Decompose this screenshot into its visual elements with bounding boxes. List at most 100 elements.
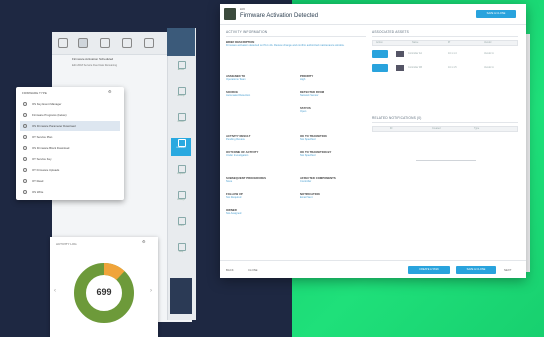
gear-icon[interactable] [78,38,88,48]
asset-vendor: Vendor A [484,66,494,69]
nav-item-label: Help [178,251,184,253]
field-value[interactable]: Under Investigation [226,154,248,158]
radio-icon [23,113,27,117]
bell-icon [178,113,186,121]
nav-item-events[interactable]: Events [171,112,191,130]
popup-item-label: OT Read [32,179,44,183]
chevron-left-icon[interactable]: ‹ [54,288,56,294]
field-value[interactable]: Email Sent [300,196,313,200]
nav-item-assets[interactable]: Assets [171,60,191,78]
related-col-header[interactable]: ID [390,127,392,131]
asset-action-button[interactable] [372,64,388,72]
list-icon[interactable] [122,38,132,48]
field-value[interactable]: None [226,180,232,184]
radio-icon [23,190,27,194]
asset-row[interactable]: Controller 4A 10.1.1.4 Vendor A [372,48,518,60]
field-value[interactable]: Pending Review [226,138,245,142]
nav-item-firmware[interactable]: Firmware [171,138,191,156]
popup-list-item[interactable]: OT Service Plan [20,132,120,142]
field-value[interactable]: Open [300,110,306,114]
close-link[interactable]: CLOSE [248,268,257,272]
field-value[interactable]: High [300,78,305,82]
nav-item-label: Firmware [176,147,186,149]
chevron-right-icon[interactable]: › [150,288,152,294]
create-task-button[interactable]: CREATE A TASK [408,266,450,274]
nav-item-users[interactable]: Users [171,216,191,234]
nav-item-settings[interactable]: Settings [171,190,191,208]
asset-row[interactable]: Controller 4B 10.1.1.5 Vendor A [372,62,518,74]
radio-icon [23,179,27,183]
popup-list-item[interactable]: OS Write [20,187,120,197]
nav-item-label: Users [178,225,184,227]
field-value[interactable]: Not Specified [300,154,315,158]
back-link[interactable]: BACK [226,268,234,272]
assets-col-header[interactable]: IP [448,41,450,45]
related-table-header [372,126,518,132]
back-list-sub: Edit 2018 Service Due Date Remaining [72,64,118,67]
dialog-title: Firmware Activation Detected [240,13,319,19]
asset-name: Controller 4A [408,52,422,55]
footer-save-button[interactable]: SAVE & CLOSE [456,266,496,274]
popup-list-item[interactable]: OT Service Key [20,154,120,164]
empty-state-line [416,160,476,161]
radio-icon [23,168,27,172]
nav-logo[interactable] [167,28,195,56]
dialog-header: ERR Firmware Activation Detected SAVE & … [220,4,526,25]
close-icon[interactable]: ⚙ [108,90,112,94]
related-col-header[interactable]: Type [474,127,479,131]
nav-item-help[interactable]: Help [171,242,191,260]
chip-icon [178,139,186,147]
assets-col-header[interactable]: Action [376,41,383,45]
field-value[interactable]: Controller [300,180,311,184]
popup-list-item[interactable]: OT Firmware Uploads [20,165,120,175]
activity-dialog: ERR Firmware Activation Detected SAVE & … [220,4,526,278]
popup-item-label: OS Firmware Block Download [32,146,70,150]
grid-icon[interactable] [100,38,110,48]
nav-item-reports[interactable]: Reports [171,164,191,182]
gear-icon[interactable]: ⚙ [142,240,146,244]
popup-item-label: OT Service Plan [32,135,53,139]
radio-icon [23,135,27,139]
field-value[interactable]: Automated Detection [226,94,250,98]
nav-item-activity[interactable]: Activity [171,86,191,104]
assets-col-header[interactable]: Vendor [484,41,492,45]
related-col-header[interactable]: Created [432,127,441,131]
back-list-header: Firmware Activation Scheduled [72,57,114,61]
assets-col-header[interactable]: Name [412,41,418,45]
popup-list-item[interactable]: OT Read [20,176,120,186]
popup-item-label: OS Key Event Manager [32,102,62,106]
user-icon [178,217,186,225]
donut-value: 699 [96,287,112,297]
back-toolbar [52,32,168,55]
popup-list-item[interactable]: OS Firmware Parameter Download [20,121,120,131]
help-icon [178,243,186,251]
asset-action-button[interactable] [372,50,388,58]
nav-item-label: Events [177,121,185,123]
field-value[interactable]: Not Specified [300,138,315,142]
gear-icon [178,191,186,199]
field-value[interactable]: Operations Team [226,78,246,82]
header-save-button[interactable]: SAVE & CLOSE [476,10,516,18]
cube-icon[interactable] [58,38,68,48]
related-notifications-title: RELATED NOTIFICATIONS (0) [372,116,422,120]
nav-item-label: Activity [177,95,185,97]
device-icon [396,65,404,71]
field-value[interactable]: Not Required [226,196,241,200]
nav-item-label: Settings [177,199,185,201]
activity-info-title: ACTIVITY INFORMATION [226,30,268,34]
field-value: Firmware activation detected on PLC-4A. … [226,44,345,47]
radio-icon [23,102,27,106]
popup-list-item[interactable]: OS Firmware Block Download [20,143,120,153]
document-icon[interactable] [144,38,154,48]
popup-item-label: OS Write [32,190,44,194]
popup-list-item[interactable]: Firmware Programs (below) [20,110,120,120]
field-value[interactable]: Network Sensor [300,94,318,98]
dialog-footer: BACK CLOSE CREATE A TASK SAVE & CLOSE NE… [220,260,526,279]
asset-name: Controller 4B [408,66,422,69]
divider [226,36,366,37]
field-value[interactable]: Not Assigned [226,212,241,216]
assets-table-header [372,40,518,46]
radio-icon [23,146,27,150]
next-link[interactable]: NEXT [504,268,511,272]
popup-list-item[interactable]: OS Key Event Manager [20,99,120,109]
